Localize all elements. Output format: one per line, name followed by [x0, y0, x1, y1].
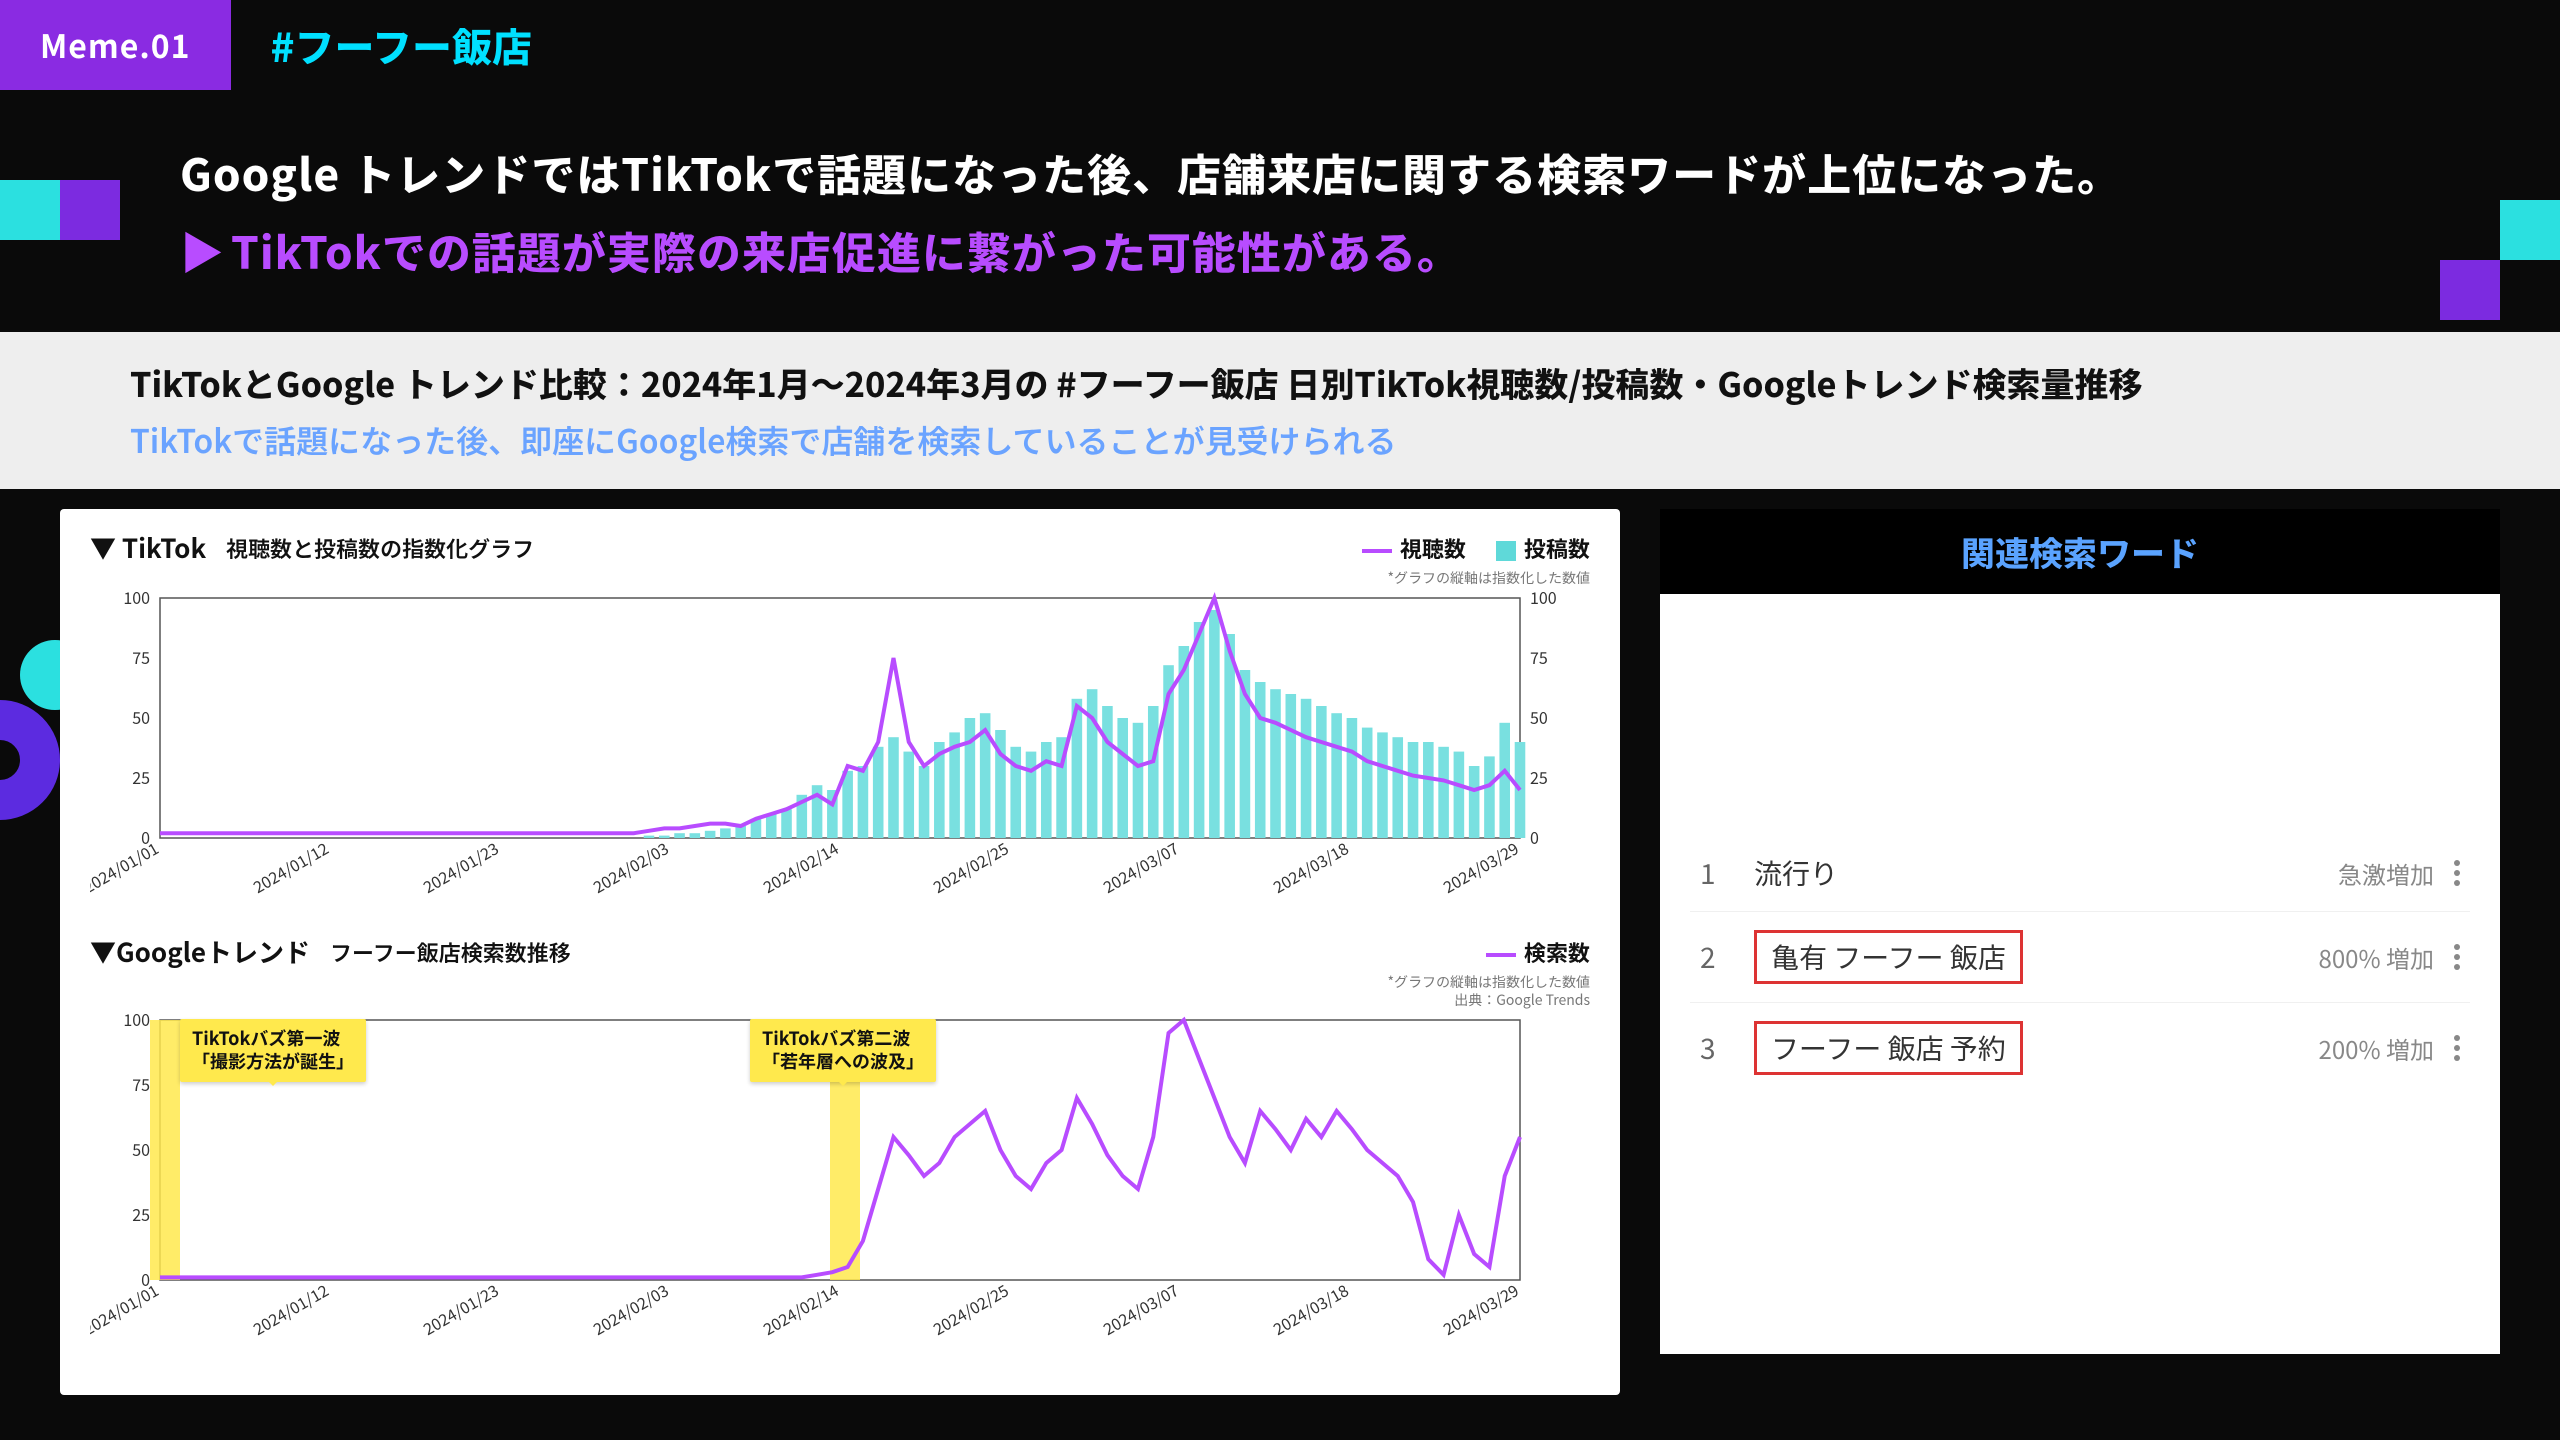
keyword-rank: 2	[1700, 937, 1726, 977]
triangle-icon: ▶	[180, 218, 225, 282]
band-line2: TikTokで話題になった後、即座にGoogle検索で店舗を検索していることが見…	[130, 417, 2430, 463]
chart2-subtitle: フーフー飯店検索数推移	[330, 936, 571, 968]
svg-text:2024/01/01: 2024/01/01	[90, 1278, 163, 1340]
svg-text:2024/01/01: 2024/01/01	[90, 836, 163, 898]
hashtag-title: #フーフー飯店	[231, 16, 533, 74]
band-line1: TikTokとGoogle トレンド比較：2024年1月〜2024年3月の #フ…	[130, 358, 2430, 407]
top-bar: Meme.01 #フーフー飯店	[0, 0, 2560, 90]
keyword-delta: 200% 増加	[2319, 1031, 2434, 1066]
chart2-axis-note1: *グラフの縦軸は指数化した数値	[90, 972, 1590, 992]
svg-text:2024/02/03: 2024/02/03	[588, 836, 672, 898]
charts-panel: ▼ TikTok 視聴数と投稿数の指数化グラフ 視聴数 投稿数 *グラフの縦軸は…	[60, 509, 1620, 1395]
svg-text:2024/03/07: 2024/03/07	[1098, 1277, 1182, 1340]
legend-bar-icon	[1496, 541, 1516, 561]
annotation-wave2: TikTokバズ第二波「若年層への波及」	[750, 1019, 936, 1082]
svg-text:2024/02/25: 2024/02/25	[928, 1277, 1012, 1340]
keyword-delta: 急激増加	[2338, 856, 2434, 891]
related-keywords-panel: 関連検索ワード 1 流行り 急激増加 2 亀有 フーフー 飯店 800% 増加 3 フーフー …	[1660, 509, 2500, 1395]
svg-text:2024/02/25: 2024/02/25	[928, 835, 1012, 898]
svg-text:100: 100	[123, 1010, 150, 1031]
annotation-wave1: TikTokバズ第一波「撮影方法が誕生」	[180, 1019, 366, 1082]
chart2-axis-note2: 出典：Google Trends	[90, 990, 1590, 1010]
svg-text:2024/03/29: 2024/03/29	[1438, 1277, 1522, 1340]
headline-purple-text: TikTokでの話題が実際の来店促進に繋がった可能性がある。	[231, 218, 1462, 282]
keyword-row[interactable]: 1 流行り 急激増加	[1690, 834, 2470, 911]
svg-text:100: 100	[123, 588, 150, 609]
headline-line2: ▶TikTokでの話題が実際の来店促進に繋がった可能性がある。	[180, 218, 2440, 282]
svg-text:2024/01/12: 2024/01/12	[248, 1277, 332, 1340]
svg-text:2024/03/29: 2024/03/29	[1438, 835, 1522, 898]
keyword-rank: 3	[1700, 1028, 1726, 1068]
keyword-delta: 800% 増加	[2319, 940, 2434, 975]
svg-text:75: 75	[132, 1072, 150, 1096]
google-trend-chart: ▼Googleトレンド フーフー飯店検索数推移 検索数 *グラフの縦軸は指数化し…	[90, 933, 1590, 1345]
chart1-subtitle: 視聴数と投稿数の指数化グラフ	[226, 532, 534, 564]
svg-text:2024/02/03: 2024/02/03	[588, 1278, 672, 1340]
svg-text:25: 25	[1530, 765, 1548, 789]
svg-text:2024/02/14: 2024/02/14	[758, 1277, 842, 1340]
more-icon[interactable]	[2454, 870, 2460, 876]
meme-tag: Meme.01	[0, 0, 231, 90]
headline: Google トレンドではTikTokで話題になった後、店舗来店に関する検索ワー…	[0, 90, 2560, 312]
keyword-row[interactable]: 2 亀有 フーフー 飯店 800% 増加	[1690, 911, 2470, 1002]
svg-text:50: 50	[132, 1137, 150, 1161]
more-icon[interactable]	[2454, 1045, 2460, 1051]
svg-text:2024/01/23: 2024/01/23	[418, 1278, 502, 1340]
description-band: TikTokとGoogle トレンド比較：2024年1月〜2024年3月の #フ…	[0, 332, 2560, 489]
legend-search-label: 検索数	[1524, 936, 1590, 968]
chart2-marker: ▼Googleトレンド	[90, 933, 310, 970]
svg-text:2024/01/12: 2024/01/12	[248, 835, 332, 898]
legend-posts-label: 投稿数	[1524, 532, 1590, 564]
chart2-legend: 検索数	[1486, 936, 1590, 968]
svg-text:100: 100	[1530, 588, 1557, 609]
keyword-term: 流行り	[1754, 853, 1838, 893]
headline-line1: Google トレンドではTikTokで話題になった後、店舗来店に関する検索ワー…	[180, 140, 2440, 204]
chart1-axis-note: *グラフの縦軸は指数化した数値	[90, 568, 1590, 588]
legend-line-icon	[1486, 953, 1516, 957]
svg-text:75: 75	[1530, 645, 1548, 669]
sidebar-body: 1 流行り 急激増加 2 亀有 フーフー 飯店 800% 増加 3 フーフー 飯店 予約 200…	[1660, 594, 2500, 1354]
svg-text:75: 75	[132, 645, 150, 669]
chart1-marker: ▼ TikTok	[90, 529, 206, 566]
svg-text:2024/03/18: 2024/03/18	[1268, 835, 1352, 898]
more-icon[interactable]	[2454, 954, 2460, 960]
svg-text:25: 25	[132, 765, 150, 789]
svg-text:50: 50	[1530, 705, 1548, 729]
chart1-svg: 002525505075751001002024/01/012024/01/12…	[90, 588, 1590, 898]
keyword-term: フーフー 飯店 予約	[1754, 1021, 2023, 1075]
sidebar-header: 関連検索ワード	[1660, 509, 2500, 594]
tiktok-chart: ▼ TikTok 視聴数と投稿数の指数化グラフ 視聴数 投稿数 *グラフの縦軸は…	[90, 529, 1590, 903]
svg-text:2024/02/14: 2024/02/14	[758, 835, 842, 898]
svg-text:25: 25	[132, 1202, 150, 1226]
svg-text:50: 50	[132, 705, 150, 729]
keyword-term: 亀有 フーフー 飯店	[1754, 930, 2023, 984]
svg-text:2024/03/07: 2024/03/07	[1098, 835, 1182, 898]
chart1-legend: 視聴数 投稿数	[1362, 532, 1590, 564]
keyword-rank: 1	[1700, 853, 1726, 893]
legend-views-label: 視聴数	[1400, 532, 1466, 564]
legend-line-icon	[1362, 549, 1392, 553]
svg-text:2024/03/18: 2024/03/18	[1268, 1277, 1352, 1340]
svg-text:2024/01/23: 2024/01/23	[418, 836, 502, 898]
svg-text:0: 0	[1530, 825, 1539, 849]
keyword-row[interactable]: 3 フーフー 飯店 予約 200% 増加	[1690, 1002, 2470, 1093]
